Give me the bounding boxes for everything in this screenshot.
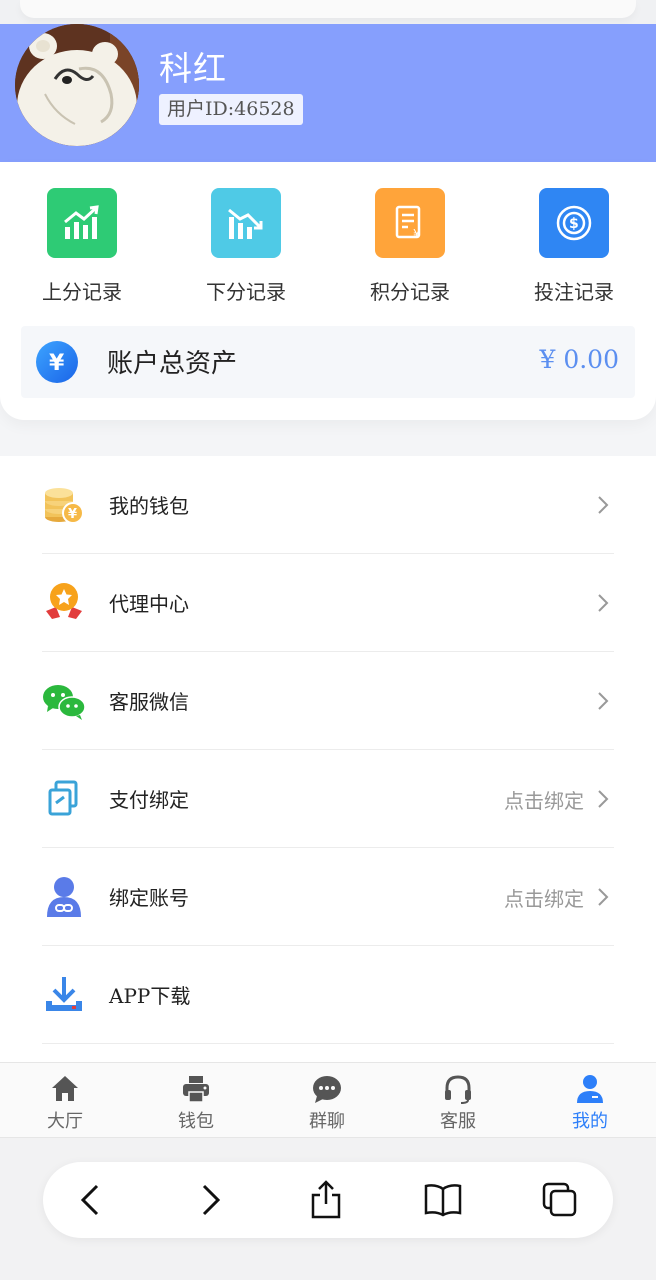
medal-icon — [46, 583, 82, 619]
svg-text:¥: ¥ — [413, 227, 421, 241]
menu-item-label: 客服微信 — [109, 690, 189, 714]
menu-item-agent-center[interactable]: 代理中心 — [42, 554, 614, 652]
menu-item-app-download[interactable]: APP下载 — [42, 946, 614, 1044]
chevron-right-icon — [598, 790, 609, 808]
profile-header: 科红 用户ID:46528 — [0, 24, 656, 162]
tab-mine[interactable]: 我的 — [540, 1071, 640, 1135]
quick-action-deposit-records[interactable]: 上分记录 — [27, 188, 137, 308]
quick-action-points-records[interactable]: ¥ 积分记录 — [355, 188, 465, 308]
chevron-right-icon — [598, 888, 609, 906]
quick-action-bet-records[interactable]: $ 投注记录 — [519, 188, 629, 308]
back-arrow-icon[interactable] — [71, 1180, 111, 1220]
tab-label: 我的 — [572, 1111, 608, 1132]
tab-label: 大厅 — [47, 1111, 83, 1132]
total-assets-box[interactable]: ¥ 账户总资产 ¥ 0.00 — [21, 326, 635, 398]
menu-list: ¥ 我的钱包 代理中心 客服微信 支付绑定 点击绑定 绑定账号 点击绑定 APP… — [0, 456, 656, 1062]
chevron-right-icon — [598, 594, 609, 612]
menu-item-label: APP下载 — [109, 984, 191, 1008]
tab-hall[interactable]: 大厅 — [15, 1071, 115, 1135]
menu-item-wallet[interactable]: ¥ 我的钱包 — [42, 456, 614, 554]
bear-avatar-image — [15, 24, 139, 146]
quick-action-label: 下分记录 — [206, 280, 286, 304]
svg-text:$: $ — [569, 216, 579, 232]
quick-action-label: 积分记录 — [370, 280, 450, 304]
headset-icon — [445, 1075, 471, 1104]
menu-item-service-wechat[interactable]: 客服微信 — [42, 652, 614, 750]
home-icon — [52, 1076, 78, 1101]
tab-label: 群聊 — [309, 1111, 345, 1132]
avatar[interactable] — [15, 24, 139, 146]
tab-wallet[interactable]: 钱包 — [146, 1071, 246, 1135]
svg-text:¥: ¥ — [49, 351, 65, 376]
document-yen-icon: ¥ — [375, 188, 445, 258]
tab-group-chat[interactable]: 群聊 — [277, 1071, 377, 1135]
user-icon — [577, 1075, 603, 1103]
menu-item-label: 绑定账号 — [109, 886, 189, 910]
bookmarks-book-icon[interactable] — [423, 1180, 463, 1220]
total-assets-value: ¥ 0.00 — [539, 345, 619, 374]
copy-link-icon — [48, 780, 78, 816]
bottom-tab-bar: 大厅 钱包 群聊 客服 我的 — [0, 1062, 656, 1138]
chevron-right-icon — [598, 496, 609, 514]
user-link-icon — [47, 877, 81, 917]
menu-item-bind-account[interactable]: 绑定账号 点击绑定 — [42, 848, 614, 946]
menu-item-label: 我的钱包 — [109, 494, 189, 518]
quick-action-label: 上分记录 — [42, 280, 122, 304]
browser-top-edge — [0, 0, 656, 24]
download-icon — [46, 977, 82, 1011]
coin-dollar-icon: $ — [539, 188, 609, 258]
browser-toolbar-area — [0, 1138, 656, 1280]
bind-status: 点击绑定 — [504, 887, 584, 911]
user-id-badge: 用户ID:46528 — [159, 94, 303, 125]
tab-customer-service[interactable]: 客服 — [408, 1071, 508, 1135]
total-assets-label: 账户总资产 — [107, 349, 238, 379]
forward-arrow-icon[interactable] — [190, 1180, 230, 1220]
chat-bubble-icon — [313, 1076, 341, 1103]
chart-up-icon — [47, 188, 117, 258]
printer-icon — [183, 1076, 209, 1103]
bind-status: 点击绑定 — [504, 789, 584, 813]
quick-action-label: 投注记录 — [534, 280, 614, 304]
menu-item-payment-binding[interactable]: 支付绑定 点击绑定 — [42, 750, 614, 848]
yen-circle-icon: ¥ — [36, 341, 78, 383]
wechat-icon — [43, 685, 86, 720]
chevron-right-icon — [598, 692, 609, 710]
tab-label: 钱包 — [178, 1111, 214, 1132]
summary-card: 上分记录 下分记录 ¥ 积分记录 $ 投注记录 ¥ 账户总资产 ¥ 0.00 — [0, 162, 656, 420]
menu-item-label: 代理中心 — [109, 592, 189, 616]
browser-toolbar — [43, 1162, 613, 1238]
tab-label: 客服 — [440, 1111, 476, 1132]
coins-icon: ¥ — [45, 488, 84, 524]
svg-text:¥: ¥ — [68, 507, 77, 522]
menu-item-label: 支付绑定 — [109, 788, 189, 812]
tabs-overview-icon[interactable] — [540, 1180, 580, 1220]
quick-action-withdraw-records[interactable]: 下分记录 — [191, 188, 301, 308]
chart-down-icon — [211, 188, 281, 258]
user-name: 科红 — [159, 49, 227, 88]
share-icon[interactable] — [306, 1180, 346, 1220]
